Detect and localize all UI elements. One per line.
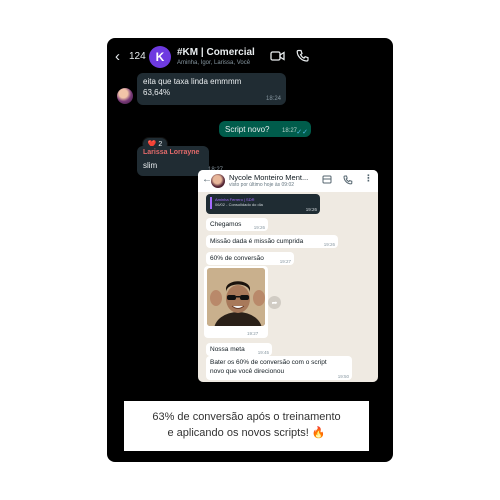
- message-text: slim: [143, 161, 158, 170]
- message-bubble: eita que taxa linda emmmm 63,64% 18:24: [137, 73, 286, 105]
- contact-avatar[interactable]: [211, 174, 225, 188]
- message-time: 19:45: [257, 350, 269, 355]
- story-caption: 63% de conversão após o treinamento e ap…: [124, 401, 369, 451]
- private-chat-header: ← Nycole Monteiro Ment... visto por últi…: [198, 170, 378, 192]
- caption-line-1: 63% de conversão após o treinamento: [152, 411, 341, 423]
- message-text: 63,64%: [143, 88, 171, 97]
- message-text: Nossa meta: [210, 346, 245, 353]
- message-text: 60% de conversão: [210, 255, 264, 262]
- message-text: Chegamos: [210, 221, 242, 228]
- group-title[interactable]: #KM | Comercial: [177, 47, 255, 58]
- read-receipt-icon: ✓✓: [296, 129, 308, 136]
- group-members: Aminha, Igor, Larissa, Você: [177, 60, 251, 66]
- phone-call-icon[interactable]: [296, 49, 309, 62]
- caption-line-2: e aplicando os novos scripts! 🔥: [167, 427, 326, 439]
- message-bubble: Nossa meta 19:45: [206, 343, 272, 356]
- message-time: 18:24: [265, 96, 281, 102]
- selfie-photo[interactable]: [207, 268, 265, 326]
- quoted-message: Aminha Ferrero | SDR 06/02 - Consolidado…: [210, 197, 280, 209]
- message-time: 19:26: [323, 242, 335, 247]
- message-text: Missão dada é missão cumprida: [210, 238, 304, 245]
- message-bubble: Chegamos 19:26: [206, 218, 268, 231]
- video-call-icon[interactable]: [270, 50, 285, 62]
- message-time: 19:26: [253, 225, 265, 230]
- group-chat-header: ‹ 124 K #KM | Comercial Aminha, Igor, La…: [107, 38, 393, 76]
- message-text: Bater os 60% de conversão com o script: [210, 359, 327, 366]
- phone-add-icon[interactable]: [343, 175, 353, 185]
- message-time: 19:26: [305, 207, 317, 212]
- message-time: 19:27: [247, 331, 259, 336]
- forwarded-report-card[interactable]: Aminha Ferrero | SDR 06/02 - Consolidado…: [206, 194, 320, 214]
- last-seen: visto por último hoje às 09:02: [229, 182, 295, 188]
- group-avatar[interactable]: K: [149, 46, 171, 68]
- sender-avatar[interactable]: [117, 88, 133, 104]
- more-options-icon[interactable]: ⋮: [364, 173, 373, 184]
- unread-count: 124: [129, 51, 146, 62]
- message-text: eita que taxa linda emmmm: [143, 77, 242, 86]
- message-bubble: Missão dada é missão cumprida 19:26: [206, 235, 338, 248]
- person-photo-illustration: [207, 268, 265, 326]
- message-bubble: Bater os 60% de conversão com o script n…: [206, 356, 352, 380]
- forward-share-icon[interactable]: ➦: [268, 296, 281, 309]
- quoted-text: 06/02 - Consolidado do dia: [215, 202, 263, 207]
- message-text: Script novo?: [225, 125, 270, 134]
- message-bubble: 60% de conversão 19:27: [206, 252, 294, 265]
- sender-name[interactable]: Larissa Lorrayne: [143, 149, 199, 156]
- back-arrow-icon[interactable]: ‹: [115, 48, 120, 65]
- contact-name[interactable]: Nycole Monteiro Ment...: [229, 173, 308, 182]
- message-time: 19:27: [279, 259, 291, 264]
- message-text: novo que você direcionou: [210, 368, 285, 375]
- outgoing-message-bubble: Script novo? 18:27 ✓✓: [219, 121, 311, 137]
- message-time: 19:50: [337, 374, 349, 379]
- message-time: 18:27: [281, 128, 297, 134]
- store-icon[interactable]: [322, 175, 332, 184]
